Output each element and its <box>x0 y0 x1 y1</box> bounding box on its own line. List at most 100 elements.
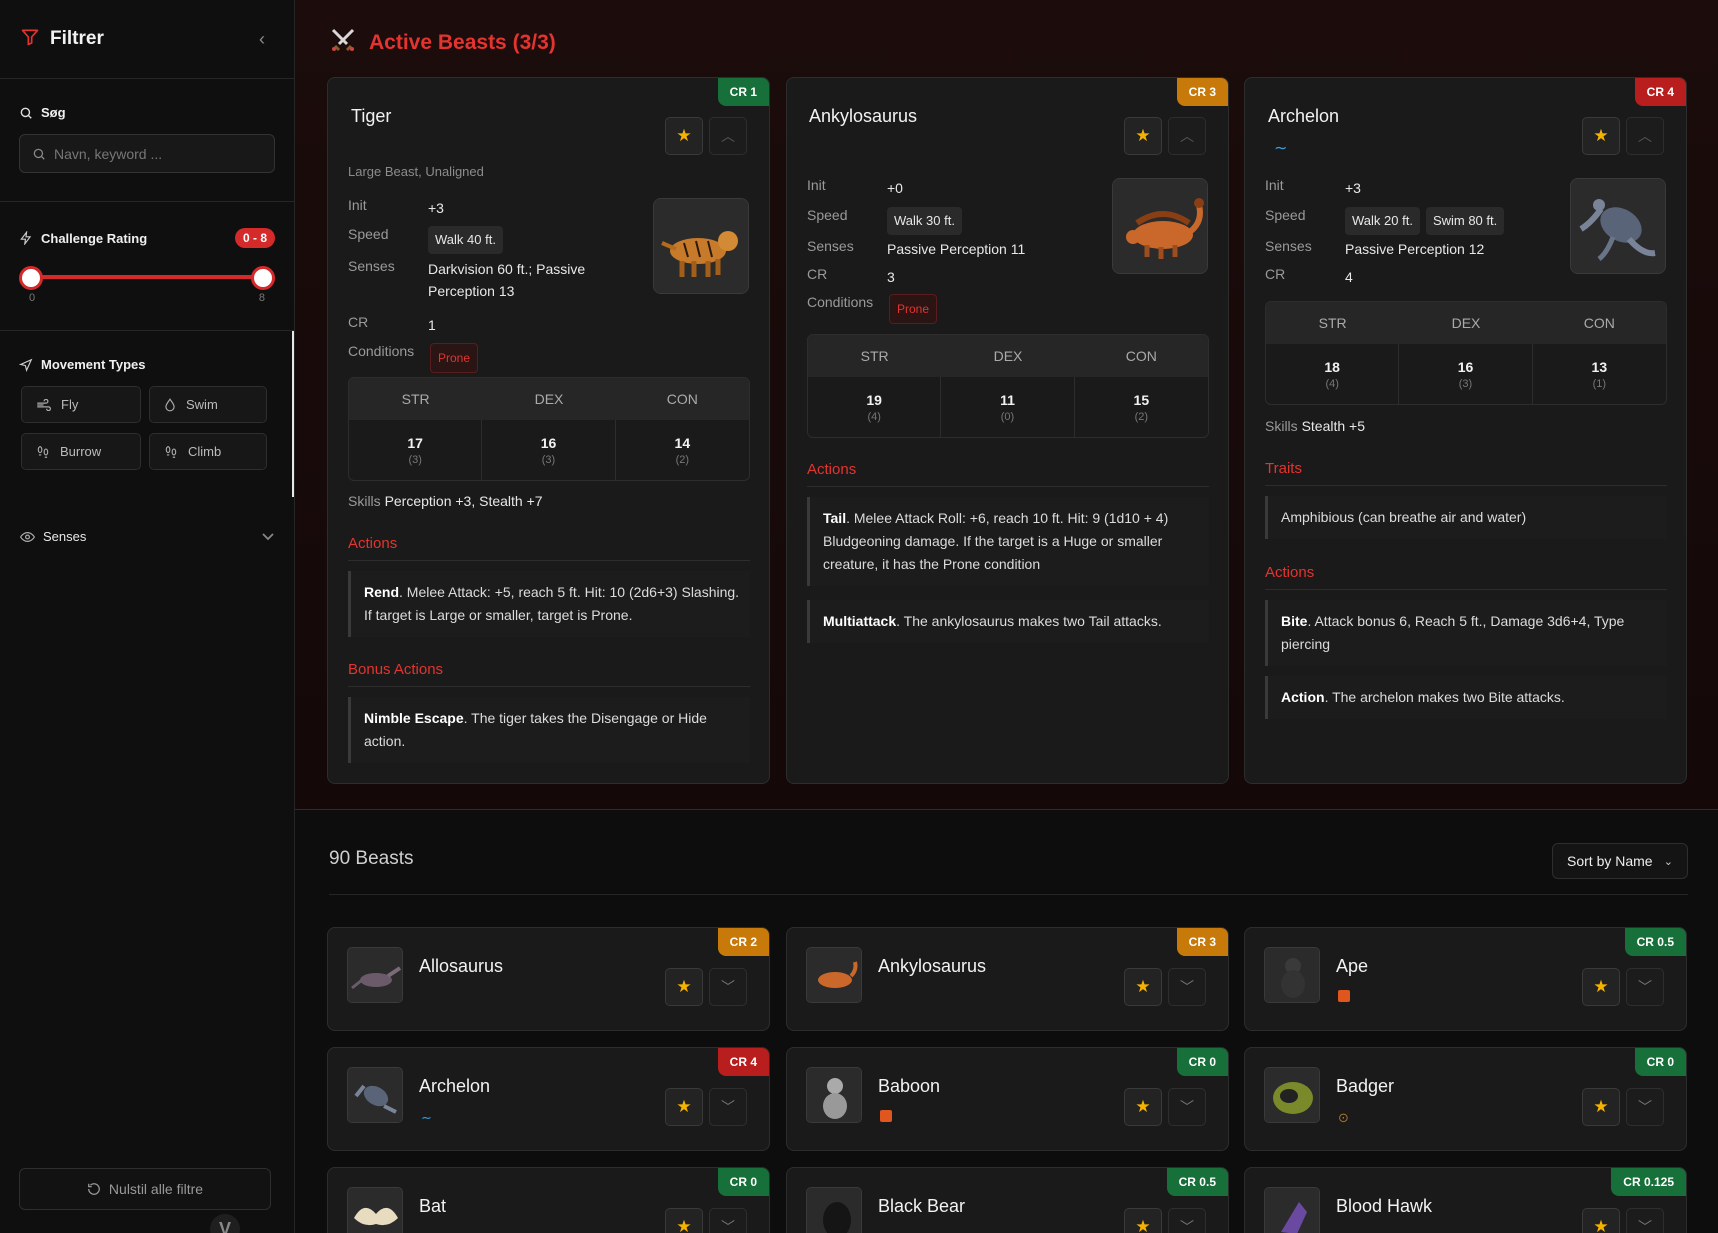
beast-list-item[interactable]: CR 3 Ankylosaurus ★ ﹀ <box>786 927 1229 1031</box>
speed-pill: Walk 40 ft. <box>428 226 503 254</box>
main-content: Active Beasts (3/3) CR 1 Tiger ★ ︿ Large… <box>295 0 1718 1233</box>
beast-list-item[interactable]: CR 0.5 Black Bear ★ ﹀ <box>786 1167 1229 1233</box>
footprints-icon <box>165 445 177 458</box>
challenge-rating-label: Challenge Rating <box>19 231 147 246</box>
favorite-button[interactable]: ★ <box>665 1088 703 1126</box>
beast-name: Bat <box>419 1196 447 1216</box>
beast-name: Ape <box>1336 956 1369 976</box>
chevron-down-icon: ⌄ <box>1663 855 1673 868</box>
eye-icon <box>20 531 35 542</box>
favorite-button[interactable]: ★ <box>1582 1208 1620 1233</box>
ability-score: 19 <box>866 391 882 408</box>
beast-list-item[interactable]: CR 0 Bat ★ ﹀ <box>327 1167 770 1233</box>
ability-score: 14 <box>674 434 691 451</box>
slider-max-handle[interactable] <box>251 266 275 290</box>
beast-thumbnail <box>347 1187 403 1233</box>
cr-badge: CR 0.5 <box>1166 1168 1228 1196</box>
reset-filters-button[interactable]: Nulstil alle filtre <box>19 1168 271 1210</box>
favorite-button[interactable]: ★ <box>665 1208 703 1233</box>
beast-list-item[interactable]: CR 2 Allosaurus ★ ﹀ <box>327 927 770 1031</box>
cr-range-slider[interactable] <box>19 266 275 290</box>
active-beast-card-tiger: CR 1 Tiger ★ ︿ Large Beast, Unaligned In… <box>327 77 770 784</box>
condition-pill[interactable]: Prone <box>889 294 938 324</box>
init-label: Init <box>1265 177 1284 193</box>
filter-icon <box>20 27 40 52</box>
chevron-down-icon <box>262 529 274 544</box>
movement-fly-button[interactable]: Fly <box>21 386 141 423</box>
action-entry: Rend. Melee Attack: +5, reach 5 ft. Hit:… <box>348 571 750 637</box>
beast-name: Archelon <box>1268 106 1340 126</box>
favorite-button[interactable]: ★ <box>1582 117 1620 155</box>
senses-label: Senses <box>1265 238 1312 254</box>
swim-indicator-icon: ∼ <box>421 1110 432 1125</box>
action-entry: Tail. Melee Attack Roll: +6, reach 10 ft… <box>807 497 1209 586</box>
senses-label: Senses <box>807 238 854 254</box>
action-entry: Action. The archelon makes two Bite atta… <box>1265 676 1667 719</box>
expand-button[interactable]: ﹀ <box>1168 1208 1206 1233</box>
ability-scores-table: STR DEX CON 19 (4) 11 (0) 15 (2) <box>807 334 1209 438</box>
senses-filter-toggle[interactable]: Senses <box>0 529 294 544</box>
chevron-down-icon: ﹀ <box>721 1099 735 1115</box>
expand-button[interactable]: ﹀ <box>1626 1088 1664 1126</box>
actions-heading: Actions <box>348 535 750 561</box>
movement-burrow-button[interactable]: Burrow <box>21 433 141 470</box>
favorite-button[interactable]: ★ <box>1582 1088 1620 1126</box>
cr-badge: CR 0 <box>1176 1048 1228 1076</box>
expand-button[interactable]: ﹀ <box>1626 968 1664 1006</box>
expand-button[interactable]: ﹀ <box>709 1208 747 1233</box>
slider-min-handle[interactable] <box>19 266 43 290</box>
ability-score: 17 <box>407 434 423 451</box>
condition-pill[interactable]: Prone <box>430 343 479 373</box>
collapse-card-button[interactable]: ︿ <box>1626 117 1664 155</box>
ability-scores-table: STR DEX CON 18 (4) 16 (3) 13 (1) <box>1265 301 1667 405</box>
search-input[interactable] <box>54 145 254 162</box>
favorite-button[interactable]: ★ <box>665 117 703 155</box>
expand-button[interactable]: ﹀ <box>709 1088 747 1126</box>
speed-label: Speed <box>807 207 848 223</box>
ability-modifier: (0) <box>1000 410 1015 423</box>
chevron-down-icon: ﹀ <box>721 979 735 995</box>
ability-modifier: (4) <box>1325 377 1339 390</box>
expand-button[interactable]: ﹀ <box>1168 1088 1206 1126</box>
cr-value: 3 <box>887 269 895 285</box>
expand-button[interactable]: ﹀ <box>1168 968 1206 1006</box>
beast-name: Blood Hawk <box>1336 1196 1433 1216</box>
beast-list-item[interactable]: CR 0.125 Blood Hawk ★ ﹀ <box>1244 1167 1687 1233</box>
favorite-button[interactable]: ★ <box>1124 1208 1162 1233</box>
collapse-card-button[interactable]: ︿ <box>709 117 747 155</box>
ability-header: DEX <box>993 348 1023 364</box>
beast-type: Large Beast, Unaligned <box>348 164 484 179</box>
devtools-logo[interactable]: V <box>210 1214 240 1233</box>
collapse-card-button[interactable]: ︿ <box>1168 117 1206 155</box>
beast-list-item[interactable]: CR 4 Archelon ∼ ★ ﹀ <box>327 1047 770 1151</box>
collapse-sidebar-icon[interactable]: ‹ <box>250 29 274 50</box>
swim-indicator-icon: ∼ <box>1274 140 1288 157</box>
chevron-up-icon: ︿ <box>721 128 735 144</box>
beast-count: 90 Beasts <box>329 848 414 869</box>
init-label: Init <box>807 177 826 193</box>
favorite-button[interactable]: ★ <box>665 968 703 1006</box>
beast-list-item[interactable]: CR 0 Baboon ★ ﹀ <box>786 1047 1229 1151</box>
favorite-button[interactable]: ★ <box>1124 117 1162 155</box>
beast-list-item[interactable]: CR 0 Badger ⊙ ★ ﹀ <box>1244 1047 1687 1151</box>
actions-heading: Actions <box>1265 564 1667 590</box>
movement-types-label: Movement Types <box>19 357 273 372</box>
beast-name: Baboon <box>878 1076 941 1096</box>
active-beasts-panel: Active Beasts (3/3) CR 1 Tiger ★ ︿ Large… <box>295 0 1718 810</box>
favorite-button[interactable]: ★ <box>1582 968 1620 1006</box>
beast-portrait <box>653 198 749 294</box>
star-icon: ★ <box>1593 126 1609 145</box>
expand-button[interactable]: ﹀ <box>709 968 747 1006</box>
movement-swim-button[interactable]: Swim <box>149 386 267 423</box>
expand-button[interactable]: ﹀ <box>1626 1208 1664 1233</box>
favorite-button[interactable]: ★ <box>1124 968 1162 1006</box>
search-label: Søg <box>19 105 275 120</box>
ability-header: STR <box>1318 315 1347 331</box>
cr-badge: CR 1 <box>717 78 769 106</box>
search-field[interactable] <box>19 134 275 173</box>
actions-heading: Actions <box>807 461 1209 487</box>
favorite-button[interactable]: ★ <box>1124 1088 1162 1126</box>
sort-select[interactable]: Sort by Name ⌄ <box>1552 843 1688 879</box>
beast-list-item[interactable]: CR 0.5 Ape ★ ﹀ <box>1244 927 1687 1031</box>
movement-climb-button[interactable]: Climb <box>149 433 267 470</box>
